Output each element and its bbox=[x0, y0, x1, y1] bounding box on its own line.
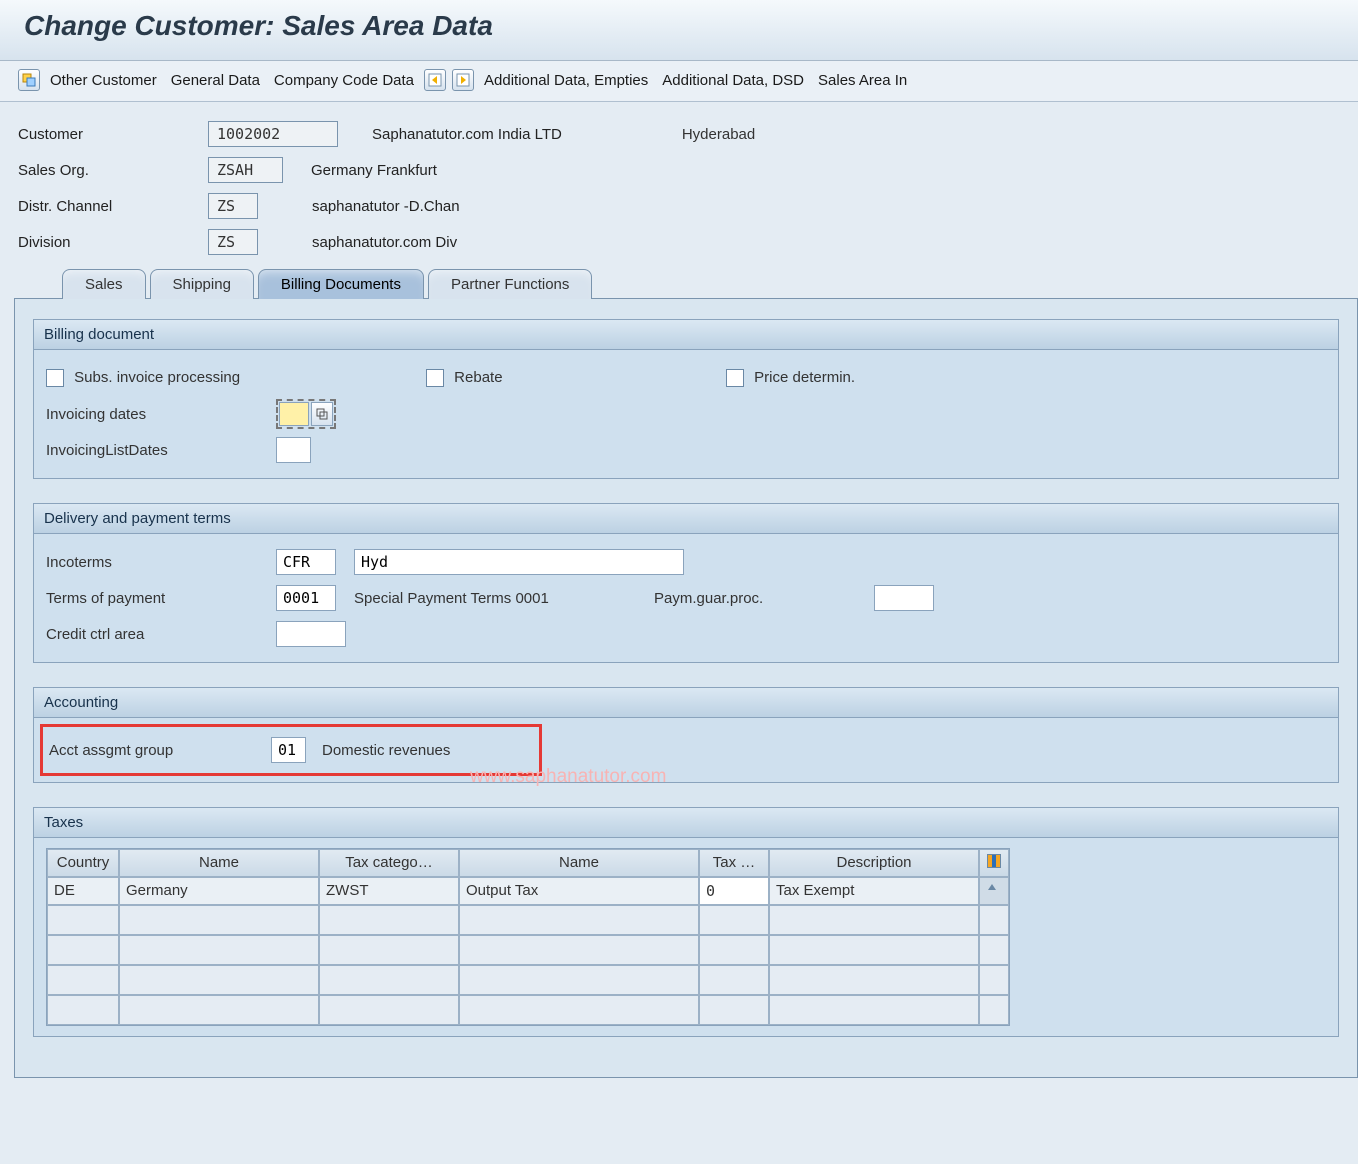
general-data-button[interactable]: General Data bbox=[167, 70, 264, 91]
tab-sales[interactable]: Sales bbox=[62, 269, 146, 299]
credit-ctrl-area-input[interactable] bbox=[276, 621, 346, 647]
incoterms-code-input[interactable] bbox=[276, 549, 336, 575]
distr-channel-label: Distr. Channel bbox=[18, 198, 208, 215]
nav-next-icon[interactable] bbox=[452, 69, 474, 91]
billing-document-group: Billing document Subs. invoice processin… bbox=[33, 319, 1339, 479]
taxes-group: Taxes Country Name Tax catego… Name Tax … bbox=[33, 807, 1339, 1037]
subs-invoice-label: Subs. invoice processing bbox=[74, 369, 240, 386]
credit-ctrl-area-label: Credit ctrl area bbox=[46, 626, 276, 643]
taxes-table-empty-row bbox=[47, 935, 1009, 965]
terms-of-payment-input[interactable] bbox=[276, 585, 336, 611]
invoicing-dates-input[interactable] bbox=[279, 402, 309, 426]
company-code-data-button[interactable]: Company Code Data bbox=[270, 70, 418, 91]
incoterms-text-input[interactable] bbox=[354, 549, 684, 575]
tab-billing-documents[interactable]: Billing Documents bbox=[258, 269, 424, 299]
acct-assgmt-group-input[interactable] bbox=[271, 737, 306, 763]
header-fields: Customer 1002002 Saphanatutor.com India … bbox=[0, 102, 1358, 268]
accounting-title: Accounting bbox=[34, 688, 1338, 718]
cell-description: Tax Exempt bbox=[769, 877, 979, 905]
division-field[interactable]: ZS bbox=[208, 229, 258, 255]
tabs-container: www.saphanatutor.com Sales Shipping Bill… bbox=[0, 268, 1358, 1078]
taxes-table: Country Name Tax catego… Name Tax … Desc… bbox=[46, 848, 1010, 1026]
delivery-payment-title: Delivery and payment terms bbox=[34, 504, 1338, 534]
col-name2[interactable]: Name bbox=[459, 849, 699, 877]
additional-data-empties-button[interactable]: Additional Data, Empties bbox=[480, 70, 652, 91]
taxes-table-row[interactable]: DE Germany ZWST Output Tax 0 Tax Exempt bbox=[47, 877, 1009, 905]
invoicing-list-dates-label: InvoicingListDates bbox=[46, 442, 276, 459]
application-toolbar: Other Customer General Data Company Code… bbox=[0, 61, 1358, 102]
distr-channel-field[interactable]: ZS bbox=[208, 193, 258, 219]
sales-org-field[interactable]: ZSAH bbox=[208, 157, 283, 183]
additional-data-dsd-button[interactable]: Additional Data, DSD bbox=[658, 70, 808, 91]
acct-assgmt-group-text: Domestic revenues bbox=[322, 742, 450, 759]
delivery-payment-group: Delivery and payment terms Incoterms Ter… bbox=[33, 503, 1339, 663]
acct-assgmt-group-label: Acct assgmt group bbox=[49, 742, 271, 759]
col-description[interactable]: Description bbox=[769, 849, 979, 877]
terms-of-payment-text: Special Payment Terms 0001 bbox=[354, 590, 654, 607]
customer-field[interactable]: 1002002 bbox=[208, 121, 338, 147]
billing-document-title: Billing document bbox=[34, 320, 1338, 350]
accounting-group: Accounting Acct assgmt group Domestic re… bbox=[33, 687, 1339, 783]
customer-city-text: Hyderabad bbox=[682, 126, 755, 143]
distr-channel-text: saphanatutor -D.Chan bbox=[312, 198, 460, 215]
cell-tax-category: ZWST bbox=[319, 877, 459, 905]
col-tax-category[interactable]: Tax catego… bbox=[319, 849, 459, 877]
other-customer-icon[interactable] bbox=[18, 69, 40, 91]
cell-country: DE bbox=[47, 877, 119, 905]
invoicing-dates-label: Invoicing dates bbox=[46, 406, 276, 423]
taxes-title: Taxes bbox=[34, 808, 1338, 838]
sales-org-text: Germany Frankfurt bbox=[311, 162, 437, 179]
sales-org-label: Sales Org. bbox=[18, 162, 208, 179]
taxes-table-empty-row bbox=[47, 905, 1009, 935]
cell-name2: Output Tax bbox=[459, 877, 699, 905]
tab-partner-functions[interactable]: Partner Functions bbox=[428, 269, 592, 299]
customer-label: Customer bbox=[18, 126, 208, 143]
taxes-table-empty-row bbox=[47, 995, 1009, 1025]
paym-guar-proc-input[interactable] bbox=[874, 585, 934, 611]
taxes-table-header: Country Name Tax catego… Name Tax … Desc… bbox=[47, 849, 1009, 877]
table-config-icon[interactable] bbox=[979, 849, 1009, 877]
taxes-table-empty-row bbox=[47, 965, 1009, 995]
cell-name1: Germany bbox=[119, 877, 319, 905]
price-determin-label: Price determin. bbox=[754, 369, 855, 386]
customer-name-text: Saphanatutor.com India LTD bbox=[372, 126, 562, 143]
subs-invoice-checkbox[interactable] bbox=[46, 369, 64, 387]
col-country[interactable]: Country bbox=[47, 849, 119, 877]
incoterms-label: Incoterms bbox=[46, 554, 276, 571]
terms-of-payment-label: Terms of payment bbox=[46, 590, 276, 607]
price-determin-checkbox[interactable] bbox=[726, 369, 744, 387]
scroll-up-icon[interactable] bbox=[979, 877, 1009, 905]
col-name1[interactable]: Name bbox=[119, 849, 319, 877]
invoicing-list-dates-input[interactable] bbox=[276, 437, 311, 463]
tab-body: Billing document Subs. invoice processin… bbox=[14, 298, 1358, 1078]
rebate-checkbox[interactable] bbox=[426, 369, 444, 387]
title-bar: Change Customer: Sales Area Data bbox=[0, 0, 1358, 61]
cell-tax-class[interactable]: 0 bbox=[699, 877, 769, 905]
tabstrip: Sales Shipping Billing Documents Partner… bbox=[62, 268, 1358, 298]
division-text: saphanatutor.com Div bbox=[312, 234, 457, 251]
col-tax-class[interactable]: Tax … bbox=[699, 849, 769, 877]
rebate-label: Rebate bbox=[454, 369, 502, 386]
invoicing-dates-f4-icon[interactable] bbox=[311, 402, 333, 426]
sales-area-info-button[interactable]: Sales Area In bbox=[814, 70, 911, 91]
division-label: Division bbox=[18, 234, 208, 251]
page-title: Change Customer: Sales Area Data bbox=[24, 10, 1334, 42]
other-customer-button[interactable]: Other Customer bbox=[46, 70, 161, 91]
paym-guar-proc-label: Paym.guar.proc. bbox=[654, 590, 874, 607]
accounting-highlight-box: Acct assgmt group Domestic revenues bbox=[40, 724, 542, 776]
nav-prev-icon[interactable] bbox=[424, 69, 446, 91]
tab-shipping[interactable]: Shipping bbox=[150, 269, 254, 299]
invoicing-dates-field-wrap bbox=[276, 399, 336, 429]
